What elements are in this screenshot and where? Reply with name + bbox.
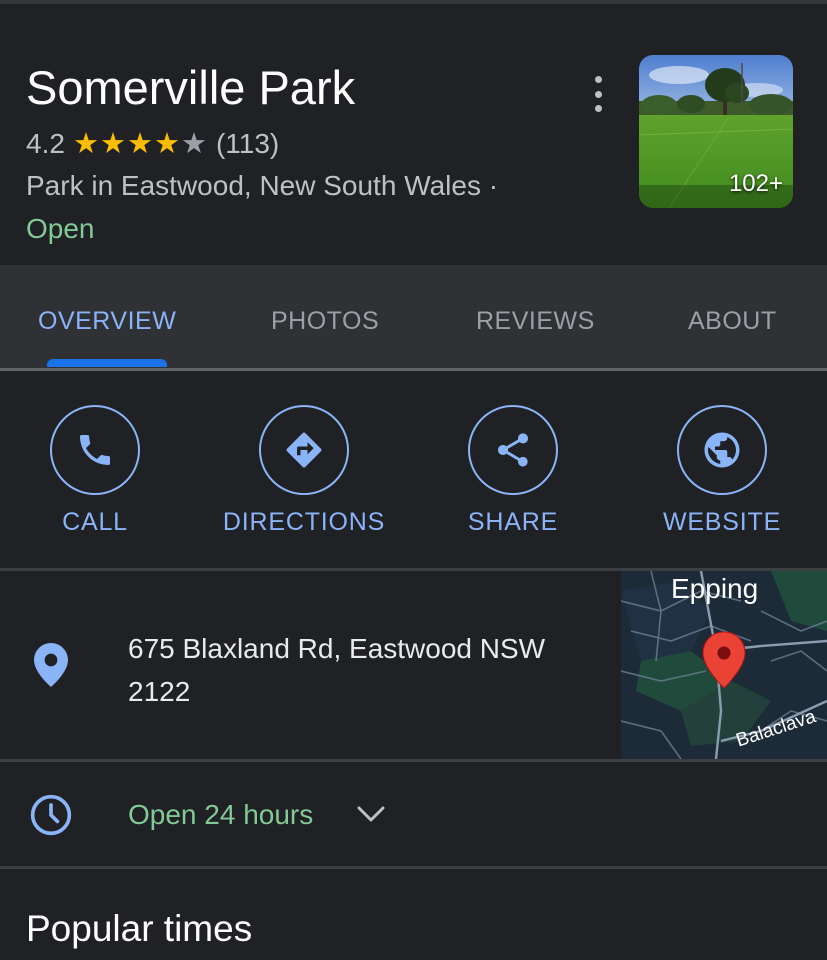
place-photo[interactable]: 102+ [639,55,793,208]
section-divider [0,866,827,869]
open-status: Open [26,213,95,244]
place-header: Somerville Park 4.2 ★ ★ ★ ★ ★ (113) Park… [0,4,827,265]
tab-photos[interactable]: PHOTOS [271,307,379,336]
review-count[interactable]: (113) [216,128,279,160]
action-buttons: CALL DIRECTIONS SHARE WEBSITE [0,371,827,568]
directions-label: DIRECTIONS [222,508,386,536]
tab-bar: OVERVIEW PHOTOS REVIEWS ABOUT [0,265,827,370]
phone-icon [50,405,140,495]
star-icon: ★ [153,127,180,160]
directions-button[interactable]: DIRECTIONS [204,405,404,555]
call-label: CALL [62,508,128,536]
tab-reviews[interactable]: REVIEWS [476,307,595,336]
rating-value: 4.2 [26,128,65,159]
share-icon [468,405,558,495]
address-row[interactable]: 675 Blaxland Rd, Eastwood NSW 2122 Eppin… [0,571,827,759]
website-button[interactable]: WEBSITE [622,405,822,555]
tab-overview[interactable]: OVERVIEW [38,307,176,336]
address-line-1: 675 Blaxland Rd, Eastwood NSW [128,633,546,664]
call-button[interactable]: CALL [0,405,195,555]
clock-icon [30,794,72,836]
share-label: SHARE [467,508,559,536]
website-label: WEBSITE [662,508,782,536]
star-icon: ★ [99,127,126,160]
star-icon: ★ [72,127,99,160]
address-text: 675 Blaxland Rd, Eastwood NSW 2122 [128,627,598,713]
directions-icon [259,405,349,495]
star-rating: ★ ★ ★ ★ ★ [72,127,208,160]
rating-row[interactable]: 4.2 ★ ★ ★ ★ ★ (113) [26,126,279,162]
star-icon: ★ [126,127,153,160]
tab-about[interactable]: ABOUT [688,307,777,336]
place-title: Somerville Park [26,61,356,114]
hours-text: Open 24 hours [128,799,314,830]
globe-icon [677,405,767,495]
map-thumbnail[interactable]: Epping Balaclava [621,571,827,759]
star-empty-icon: ★ [180,127,207,160]
hours-row[interactable]: Open 24 hours [0,762,827,866]
share-button[interactable]: SHARE [413,405,613,555]
chevron-down-icon[interactable] [356,804,386,824]
more-options-icon[interactable] [584,74,612,114]
active-tab-indicator [47,359,167,367]
address-line-2: 2122 [128,676,191,707]
place-category: Park in Eastwood, New South Wales · [26,170,499,201]
popular-times-heading: Popular times [26,908,253,949]
location-pin-icon [34,643,68,687]
photo-count-badge: 102+ [728,170,783,197]
map-label-epping: Epping [671,573,759,604]
